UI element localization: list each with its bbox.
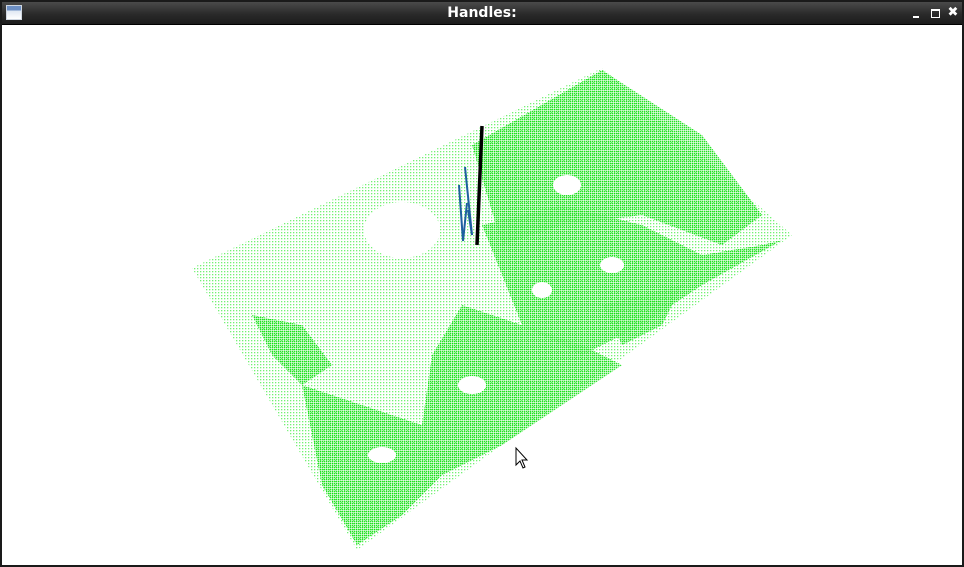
close-button[interactable]: ✖ <box>945 5 961 21</box>
point-cloud-scene <box>192 68 792 550</box>
3d-viewport[interactable] <box>2 25 962 565</box>
app-window: Handles: ✖ <box>0 0 964 567</box>
mouse-pointer-icon <box>515 446 529 469</box>
title-bar[interactable]: Handles: ✖ <box>2 2 962 25</box>
close-icon: ✖ <box>947 5 959 20</box>
maximize-icon <box>931 9 940 18</box>
minimize-icon <box>913 16 919 18</box>
maximize-button[interactable] <box>927 5 943 21</box>
minimize-button[interactable] <box>908 5 924 21</box>
window-title: Handles: <box>447 5 517 21</box>
